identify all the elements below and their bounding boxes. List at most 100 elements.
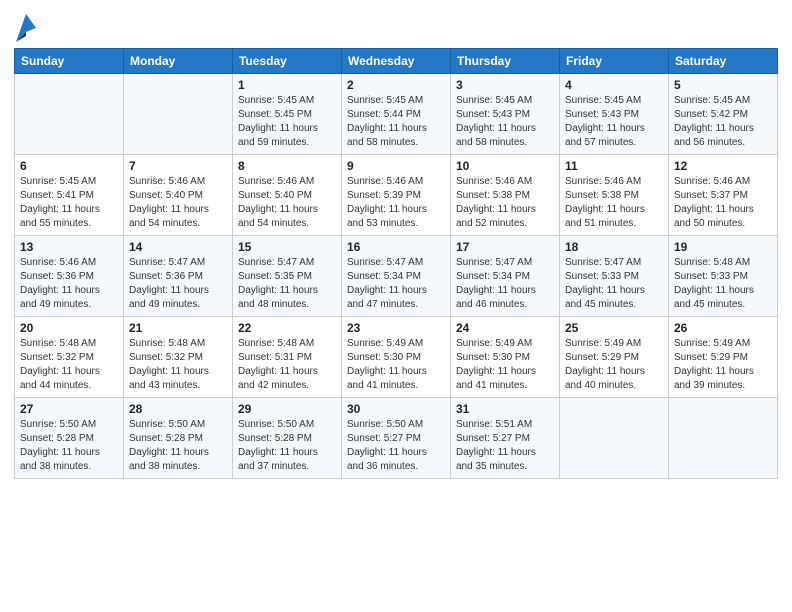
week-row-1: 1 Sunrise: 5:45 AMSunset: 5:45 PMDaylight… — [15, 74, 778, 155]
day-number: 6 — [20, 159, 118, 173]
calendar-cell: 25 Sunrise: 5:49 AMSunset: 5:29 PMDayligh… — [560, 317, 669, 398]
weekday-header-wednesday: Wednesday — [342, 49, 451, 74]
day-number: 31 — [456, 402, 554, 416]
calendar-cell: 16 Sunrise: 5:47 AMSunset: 5:34 PMDayligh… — [342, 236, 451, 317]
weekday-header-friday: Friday — [560, 49, 669, 74]
calendar-cell: 26Sunrise: 5:49 AMSunset: 5:29 PMDayligh… — [669, 317, 778, 398]
calendar-cell: 22 Sunrise: 5:48 AMSunset: 5:31 PMDayligh… — [233, 317, 342, 398]
day-number: 4 — [565, 78, 663, 92]
day-info: Sunrise: 5:47 AMSunset: 5:36 PMDaylight:… — [129, 256, 227, 312]
day-number: 28 — [129, 402, 227, 416]
day-number: 22 — [238, 321, 336, 335]
calendar-cell: 14 Sunrise: 5:47 AMSunset: 5:36 PMDayligh… — [124, 236, 233, 317]
header — [14, 10, 778, 42]
calendar-cell: 24 Sunrise: 5:49 AMSunset: 5:30 PMDayligh… — [451, 317, 560, 398]
day-info: Sunrise: 5:46 AMSunset: 5:39 PMDaylight:… — [347, 175, 445, 231]
day-info: Sunrise: 5:45 AMSunset: 5:42 PMDaylight:… — [674, 94, 772, 150]
calendar-cell: 11 Sunrise: 5:46 AMSunset: 5:38 PMDayligh… — [560, 155, 669, 236]
day-number: 8 — [238, 159, 336, 173]
day-info: Sunrise: 5:50 AMSunset: 5:27 PMDaylight:… — [347, 418, 445, 474]
day-info: Sunrise: 5:50 AMSunset: 5:28 PMDaylight:… — [129, 418, 227, 474]
day-number: 10 — [456, 159, 554, 173]
logo-bird-icon — [16, 14, 36, 42]
week-row-5: 27 Sunrise: 5:50 AMSunset: 5:28 PMDayligh… — [15, 398, 778, 479]
calendar-page: SundayMondayTuesdayWednesdayThursdayFrid… — [0, 0, 792, 612]
day-info: Sunrise: 5:47 AMSunset: 5:34 PMDaylight:… — [456, 256, 554, 312]
day-number: 16 — [347, 240, 445, 254]
weekday-header-saturday: Saturday — [669, 49, 778, 74]
day-info: Sunrise: 5:50 AMSunset: 5:28 PMDaylight:… — [20, 418, 118, 474]
calendar-cell: 23 Sunrise: 5:49 AMSunset: 5:30 PMDayligh… — [342, 317, 451, 398]
calendar-cell: 19 Sunrise: 5:48 AMSunset: 5:33 PMDayligh… — [669, 236, 778, 317]
calendar-cell: 5 Sunrise: 5:45 AMSunset: 5:42 PMDaylight… — [669, 74, 778, 155]
day-number: 23 — [347, 321, 445, 335]
day-number: 21 — [129, 321, 227, 335]
day-info: Sunrise: 5:49 AMSunset: 5:30 PMDaylight:… — [456, 337, 554, 393]
calendar-cell: 29 Sunrise: 5:50 AMSunset: 5:28 PMDayligh… — [233, 398, 342, 479]
weekday-header-tuesday: Tuesday — [233, 49, 342, 74]
day-number: 29 — [238, 402, 336, 416]
calendar-cell: 12 Sunrise: 5:46 AMSunset: 5:37 PMDayligh… — [669, 155, 778, 236]
calendar-cell — [560, 398, 669, 479]
week-row-4: 20 Sunrise: 5:48 AMSunset: 5:32 PMDayligh… — [15, 317, 778, 398]
day-number: 9 — [347, 159, 445, 173]
day-info: Sunrise: 5:47 AMSunset: 5:34 PMDaylight:… — [347, 256, 445, 312]
calendar-cell: 1 Sunrise: 5:45 AMSunset: 5:45 PMDaylight… — [233, 74, 342, 155]
day-info: Sunrise: 5:48 AMSunset: 5:33 PMDaylight:… — [674, 256, 772, 312]
day-info: Sunrise: 5:48 AMSunset: 5:31 PMDaylight:… — [238, 337, 336, 393]
calendar-cell: 31 Sunrise: 5:51 AMSunset: 5:27 PMDayligh… — [451, 398, 560, 479]
calendar-table: SundayMondayTuesdayWednesdayThursdayFrid… — [14, 48, 778, 479]
calendar-cell: 15Sunrise: 5:47 AMSunset: 5:35 PMDayligh… — [233, 236, 342, 317]
calendar-cell — [124, 74, 233, 155]
day-info: Sunrise: 5:48 AMSunset: 5:32 PMDaylight:… — [129, 337, 227, 393]
day-info: Sunrise: 5:46 AMSunset: 5:37 PMDaylight:… — [674, 175, 772, 231]
day-info: Sunrise: 5:46 AMSunset: 5:38 PMDaylight:… — [565, 175, 663, 231]
day-info: Sunrise: 5:49 AMSunset: 5:29 PMDaylight:… — [565, 337, 663, 393]
day-info: Sunrise: 5:46 AMSunset: 5:40 PMDaylight:… — [129, 175, 227, 231]
day-number: 27 — [20, 402, 118, 416]
day-info: Sunrise: 5:45 AMSunset: 5:41 PMDaylight:… — [20, 175, 118, 231]
day-info: Sunrise: 5:46 AMSunset: 5:36 PMDaylight:… — [20, 256, 118, 312]
logo — [14, 14, 36, 42]
calendar-cell: 13Sunrise: 5:46 AMSunset: 5:36 PMDayligh… — [15, 236, 124, 317]
calendar-cell: 9 Sunrise: 5:46 AMSunset: 5:39 PMDaylight… — [342, 155, 451, 236]
calendar-cell: 27 Sunrise: 5:50 AMSunset: 5:28 PMDayligh… — [15, 398, 124, 479]
day-info: Sunrise: 5:47 AMSunset: 5:33 PMDaylight:… — [565, 256, 663, 312]
day-number: 19 — [674, 240, 772, 254]
day-number: 25 — [565, 321, 663, 335]
day-info: Sunrise: 5:51 AMSunset: 5:27 PMDaylight:… — [456, 418, 554, 474]
day-info: Sunrise: 5:48 AMSunset: 5:32 PMDaylight:… — [20, 337, 118, 393]
weekday-header-row: SundayMondayTuesdayWednesdayThursdayFrid… — [15, 49, 778, 74]
calendar-cell: 28 Sunrise: 5:50 AMSunset: 5:28 PMDayligh… — [124, 398, 233, 479]
day-info: Sunrise: 5:47 AMSunset: 5:35 PMDaylight:… — [238, 256, 336, 312]
day-info: Sunrise: 5:45 AMSunset: 5:43 PMDaylight:… — [565, 94, 663, 150]
day-info: Sunrise: 5:45 AMSunset: 5:45 PMDaylight:… — [238, 94, 336, 150]
weekday-header-sunday: Sunday — [15, 49, 124, 74]
day-number: 30 — [347, 402, 445, 416]
day-number: 14 — [129, 240, 227, 254]
calendar-cell: 21 Sunrise: 5:48 AMSunset: 5:32 PMDayligh… — [124, 317, 233, 398]
day-number: 20 — [20, 321, 118, 335]
calendar-cell: 18Sunrise: 5:47 AMSunset: 5:33 PMDayligh… — [560, 236, 669, 317]
weekday-header-thursday: Thursday — [451, 49, 560, 74]
day-number: 5 — [674, 78, 772, 92]
day-number: 12 — [674, 159, 772, 173]
calendar-cell: 17 Sunrise: 5:47 AMSunset: 5:34 PMDayligh… — [451, 236, 560, 317]
calendar-cell: 10Sunrise: 5:46 AMSunset: 5:38 PMDayligh… — [451, 155, 560, 236]
day-info: Sunrise: 5:49 AMSunset: 5:30 PMDaylight:… — [347, 337, 445, 393]
day-number: 7 — [129, 159, 227, 173]
day-number: 24 — [456, 321, 554, 335]
calendar-cell: 7 Sunrise: 5:46 AMSunset: 5:40 PMDaylight… — [124, 155, 233, 236]
day-number: 1 — [238, 78, 336, 92]
day-number: 26 — [674, 321, 772, 335]
day-number: 3 — [456, 78, 554, 92]
day-number: 11 — [565, 159, 663, 173]
calendar-cell: 6 Sunrise: 5:45 AMSunset: 5:41 PMDaylight… — [15, 155, 124, 236]
week-row-3: 13Sunrise: 5:46 AMSunset: 5:36 PMDayligh… — [15, 236, 778, 317]
weekday-header-monday: Monday — [124, 49, 233, 74]
day-info: Sunrise: 5:50 AMSunset: 5:28 PMDaylight:… — [238, 418, 336, 474]
day-number: 2 — [347, 78, 445, 92]
week-row-2: 6 Sunrise: 5:45 AMSunset: 5:41 PMDaylight… — [15, 155, 778, 236]
calendar-cell — [669, 398, 778, 479]
day-number: 17 — [456, 240, 554, 254]
